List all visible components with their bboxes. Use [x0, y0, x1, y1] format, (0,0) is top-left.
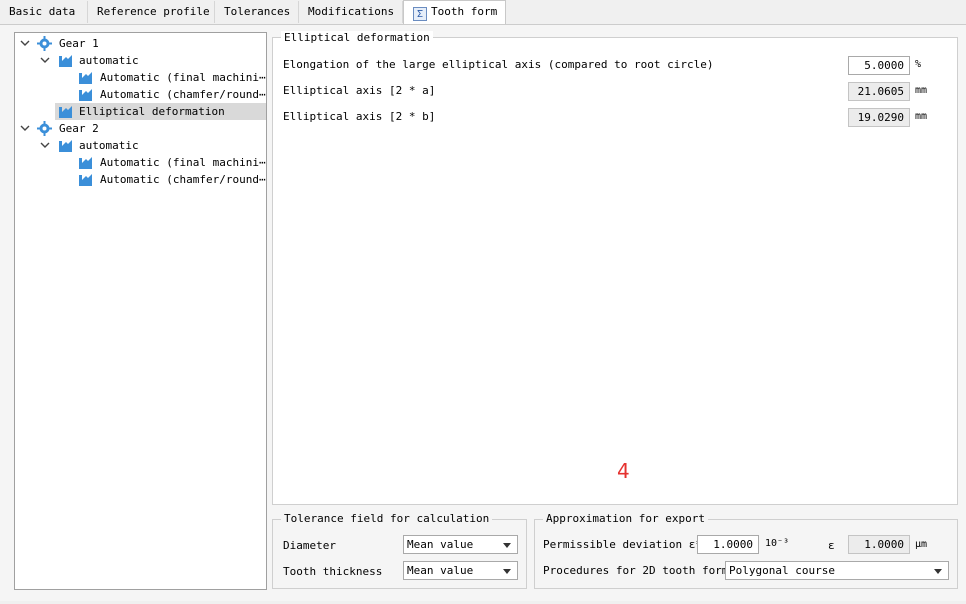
axis-a-value: 21.0605 [848, 82, 910, 101]
tree-node-gear2-chamfer[interactable]: Automatic (chamfer/round⋯ [15, 171, 266, 188]
axis-a-label: Elliptical axis [2 * a] [283, 84, 436, 97]
tab-tooth-form-label: Tooth form [431, 5, 498, 18]
tab-modifications[interactable]: Modifications [299, 1, 403, 23]
procedures-select-value: Polygonal course [729, 564, 835, 577]
annotation-marker: 4 [617, 459, 630, 483]
tree-label: Gear 2 [59, 122, 99, 135]
tree-node-gear1[interactable]: Gear 1 [15, 35, 266, 52]
diameter-select[interactable]: Mean value [403, 535, 518, 554]
tree-node-gear2[interactable]: Gear 2 [15, 120, 266, 137]
tab-bar: Basic data Reference profile Tolerances … [0, 0, 966, 25]
tree-label: Automatic (final machini⋯ [100, 71, 266, 84]
tab-reference-profile-label: Reference profile [97, 5, 210, 18]
chevron-down-icon[interactable] [40, 140, 50, 150]
tab-basic-data-label: Basic data [9, 5, 76, 18]
permissible-deviation-label: Permissible deviation ε* [543, 538, 702, 551]
tree-node-gear2-automatic[interactable]: automatic [15, 137, 266, 154]
tab-tooth-form[interactable]: Σ Tooth form [403, 0, 506, 25]
tooth-form-icon [78, 70, 93, 85]
chevron-down-icon[interactable] [20, 123, 30, 133]
tree-node-gear1-elliptical[interactable]: Elliptical deformation [55, 103, 266, 120]
dropdown-arrow-icon [934, 569, 942, 574]
procedures-select[interactable]: Polygonal course [725, 561, 949, 580]
tree-label: Automatic (chamfer/round⋯ [100, 173, 266, 186]
tab-tolerances[interactable]: Tolerances [215, 1, 299, 23]
tree-label: Automatic (chamfer/round⋯ [100, 88, 266, 101]
axis-a-unit: mm [915, 85, 928, 96]
dropdown-arrow-icon [503, 543, 511, 548]
elongation-input[interactable]: 5.0000 [848, 56, 910, 75]
tooth-form-icon [78, 87, 93, 102]
tooth-thickness-select[interactable]: Mean value [403, 561, 518, 580]
permissible-deviation-unit: 10⁻³ [765, 538, 790, 549]
elongation-label: Elongation of the large elliptical axis … [283, 58, 714, 71]
gear-icon [37, 121, 52, 136]
tooth-form-icon [58, 138, 73, 153]
tree-label: automatic [79, 139, 139, 152]
epsilon-unit: µm [915, 539, 928, 550]
tab-tolerances-label: Tolerances [224, 5, 291, 18]
sigma-icon: Σ [413, 7, 427, 21]
tab-modifications-label: Modifications [308, 5, 395, 18]
gear-icon [37, 36, 52, 51]
group-title: Tolerance field for calculation [281, 512, 493, 526]
axis-b-unit: mm [915, 111, 928, 122]
tree-label: Elliptical deformation [79, 105, 225, 118]
permissible-deviation-input[interactable]: 1.0000 [697, 535, 759, 554]
axis-b-label: Elliptical axis [2 * b] [283, 110, 436, 123]
epsilon-value: 1.0000 [848, 535, 910, 554]
tree-label: Gear 1 [59, 37, 99, 50]
group-title: Approximation for export [543, 512, 708, 526]
tab-reference-profile[interactable]: Reference profile [88, 1, 215, 23]
tooth-form-icon [58, 53, 73, 68]
tree-label: automatic [79, 54, 139, 67]
tree-view[interactable]: Gear 1 automatic Automatic (final machin… [14, 32, 267, 590]
dropdown-arrow-icon [503, 569, 511, 574]
chevron-down-icon[interactable] [20, 38, 30, 48]
tree-node-gear1-automatic[interactable]: automatic [15, 52, 266, 69]
chevron-down-icon[interactable] [40, 55, 50, 65]
tree-label: Automatic (final machini⋯ [100, 156, 266, 169]
tree-node-gear1-chamfer[interactable]: Automatic (chamfer/round⋯ [15, 86, 266, 103]
epsilon-label: ε [828, 539, 835, 552]
tooth-form-icon [58, 104, 73, 119]
tooth-form-icon [78, 172, 93, 187]
procedures-label: Procedures for 2D tooth forms [543, 564, 736, 577]
diameter-select-value: Mean value [407, 538, 474, 551]
group-title: Elliptical deformation [281, 31, 433, 45]
tree-node-gear1-final[interactable]: Automatic (final machini⋯ [15, 69, 266, 86]
elongation-unit: % [915, 59, 922, 70]
diameter-label: Diameter [283, 539, 336, 552]
tooth-thickness-select-value: Mean value [407, 564, 474, 577]
tree-node-gear2-final[interactable]: Automatic (final machini⋯ [15, 154, 266, 171]
tab-basic-data[interactable]: Basic data [0, 1, 88, 23]
tooth-thickness-label: Tooth thickness [283, 565, 383, 578]
axis-b-value: 19.0290 [848, 108, 910, 127]
tooth-form-icon [78, 155, 93, 170]
